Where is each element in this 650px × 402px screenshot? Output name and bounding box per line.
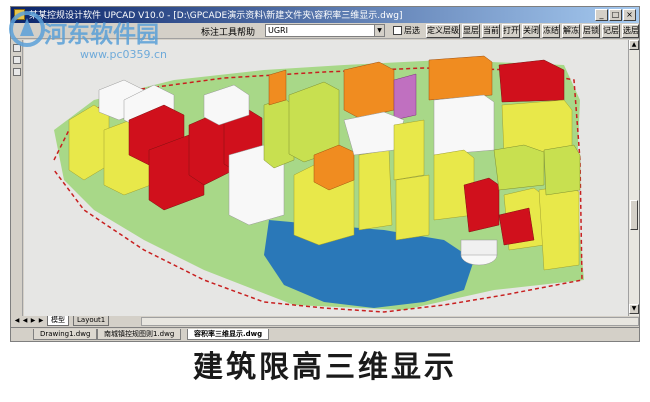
document-tab-bar: Drawing1.dwg 南城镇控规图则1.dwg 容积率三维显示.dwg [11,327,639,341]
pan-tool-icon[interactable] [13,68,21,76]
watermark-logo [9,11,45,47]
close-button[interactable]: × [623,9,636,21]
layer-combo-value: UGRI [268,26,288,35]
building-white [433,94,495,156]
doc-tab-control-plan[interactable]: 南城镇控规图则1.dwg [97,329,182,340]
building-yellow [395,174,430,241]
building-yellow [358,149,393,231]
image-caption: 建筑限高三维显示 [193,350,457,385]
scroll-thumb[interactable] [630,200,638,230]
building-red [463,177,500,233]
doc-tab-far-3d[interactable]: 容积率三维显示.dwg [187,329,270,340]
maximize-button[interactable]: □ [609,9,622,21]
tab-layout1[interactable]: Layout1 [73,316,110,326]
minimize-button[interactable]: _ [595,9,608,21]
chevron-down-icon[interactable]: ▼ [374,25,384,36]
zoom-tool-icon[interactable] [13,56,21,64]
record-layer-button[interactable]: 记层 [602,24,620,38]
vertical-scrollbar[interactable]: ▲ ▼ [628,40,639,316]
define-layer-button[interactable]: 定义层级 [426,24,460,38]
select-layer-button[interactable]: 选层 [622,24,639,38]
building-pink [393,73,417,121]
building-lime [493,144,545,191]
building-yellow [538,184,580,271]
building-orange [343,61,395,119]
thaw-layer-button[interactable]: 解冻 [562,24,580,38]
open-layer-button[interactable]: 打开 [502,24,520,38]
layer-combo[interactable]: UGRI ▼ [265,24,385,37]
building-round-body [460,239,498,256]
tab-model[interactable]: 模型 [47,316,69,326]
building-lime [543,144,581,196]
prev-tab-icon[interactable]: ◀ [21,316,29,326]
doc-tab-drawing1[interactable]: Drawing1.dwg [33,329,98,340]
building-orange [268,69,287,106]
lock-layer-button[interactable]: 层锁 [582,24,600,38]
building-red [498,207,535,246]
first-tab-icon[interactable]: ◀ [13,316,21,326]
freeze-layer-button[interactable]: 冻结 [542,24,560,38]
show-layer-button[interactable]: 显层 [462,24,480,38]
layer-select-checkbox[interactable] [393,26,402,35]
horizontal-scrollbar[interactable] [141,317,639,326]
building-yellow [393,119,425,181]
site-3d-model [24,40,628,316]
scroll-up-icon[interactable]: ▲ [629,40,639,50]
last-tab-icon[interactable]: ▶ [37,316,45,326]
drawing-viewport[interactable] [24,40,628,316]
left-toolbar [11,40,23,316]
building-orange [428,55,493,101]
building-yellow [68,104,110,181]
watermark-url: www.pc0359.cn [80,48,168,61]
watermark-text: 河东软件园 [44,22,159,48]
scroll-down-icon[interactable]: ▼ [629,304,639,314]
current-layer-button[interactable]: 当前 [482,24,500,38]
building-red [498,59,565,103]
next-tab-icon[interactable]: ▶ [29,316,37,326]
screenshot-root: 某某控规设计软件 UPCAD V10.0 - [D:\GPCADE演示资料\新建… [0,0,650,402]
close-layer-button[interactable]: 关闭 [522,24,540,38]
layer-select-label: 层选 [404,26,420,35]
